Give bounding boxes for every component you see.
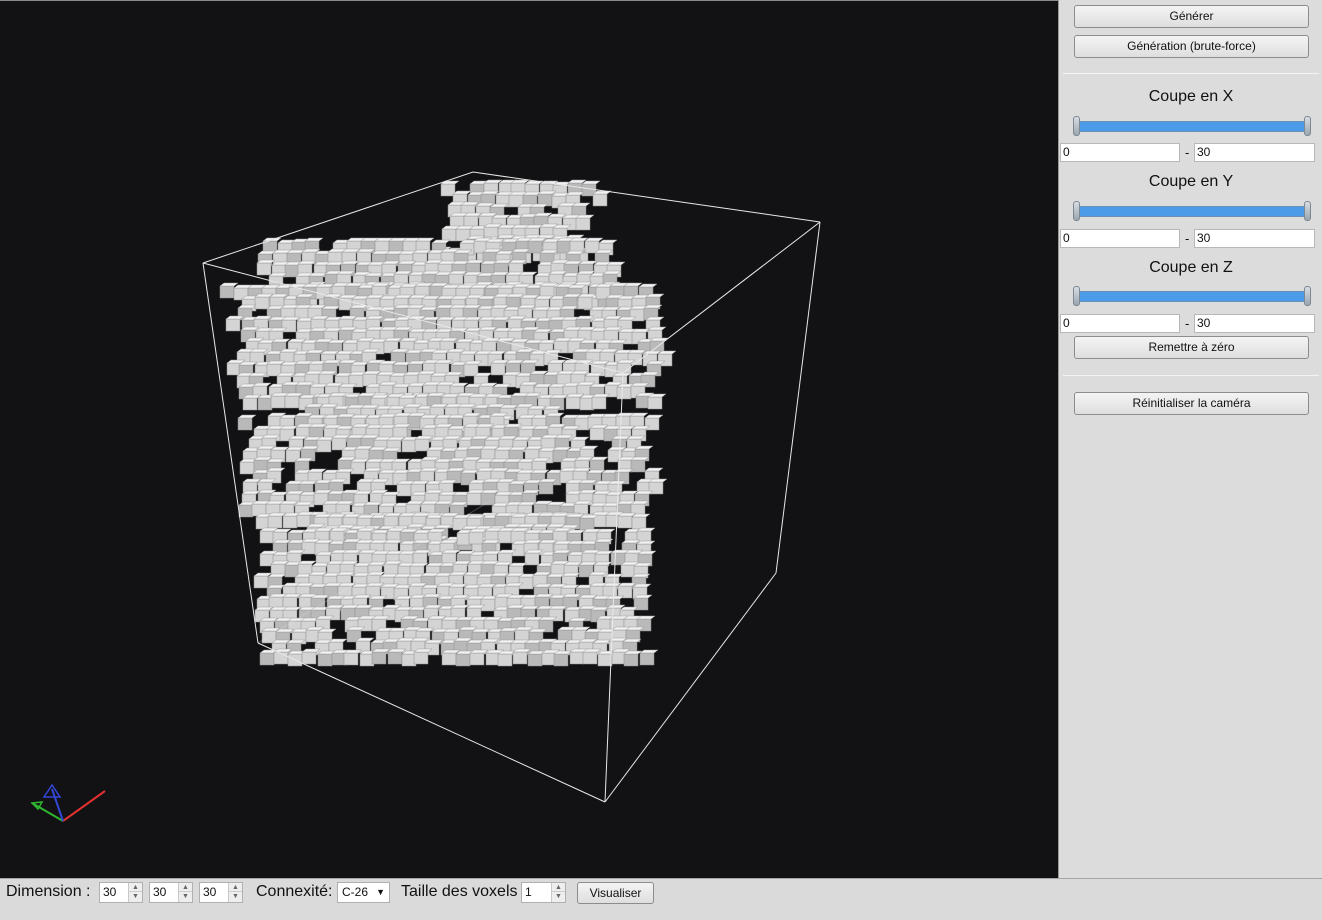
voxel-cube — [639, 649, 659, 666]
axes-gizmo-icon — [30, 783, 106, 822]
spin-down-icon[interactable]: ▼ — [129, 892, 142, 901]
cut-x-title: Coupe en X — [1148, 88, 1234, 105]
spin-down-icon[interactable]: ▼ — [179, 892, 192, 901]
cut-x-range-slider[interactable] — [1073, 116, 1311, 136]
spin-up-icon[interactable]: ▲ — [129, 883, 142, 892]
chevron-down-icon: ▼ — [376, 887, 385, 897]
dimension-y-value: 30 — [153, 885, 167, 899]
dimension-y-spinbox[interactable]: 30 ▲ ▼ — [149, 882, 193, 903]
spin-up-icon[interactable]: ▲ — [229, 883, 242, 892]
voxel-scene — [30, 171, 821, 822]
3d-viewport[interactable] — [0, 0, 1058, 878]
cut-y-max-field[interactable]: 30 — [1194, 229, 1315, 248]
cut-z-range-slider[interactable] — [1073, 286, 1311, 306]
cut-z-max-handle[interactable] — [1304, 286, 1311, 306]
connectivity-value: C-26 — [342, 885, 369, 899]
cut-y-range-dash: - — [1185, 231, 1190, 246]
voxel-cube — [591, 393, 611, 410]
bbox-front-bottom-left — [257, 642, 606, 803]
cut-x-range-track — [1077, 121, 1307, 132]
cut-z-max-field[interactable]: 30 — [1194, 314, 1315, 333]
cut-z-range-dash: - — [1185, 316, 1190, 331]
voxel-cluster — [219, 179, 677, 667]
voxel-cube — [237, 414, 257, 431]
brute-force-generate-button[interactable]: Génération (brute-force) — [1074, 35, 1309, 58]
spin-down-icon[interactable]: ▼ — [229, 892, 242, 901]
dimension-x-value: 30 — [103, 885, 117, 899]
cut-z-title: Coupe en Z — [1149, 259, 1233, 276]
voxel-cube — [575, 214, 595, 231]
cut-x-min-handle[interactable] — [1073, 116, 1080, 136]
cut-y-range-track — [1077, 206, 1307, 217]
cut-y-range-slider[interactable] — [1073, 201, 1311, 221]
spin-up-icon[interactable]: ▲ — [179, 883, 192, 892]
voxel-cube — [647, 393, 667, 410]
voxel-cube — [301, 648, 321, 665]
cut-x-min-field[interactable]: 0 — [1060, 143, 1180, 162]
dimension-z-value: 30 — [203, 885, 217, 899]
voxel-cube — [371, 648, 391, 665]
separator — [1063, 73, 1319, 74]
dimension-x-spinbox[interactable]: 30 ▲ ▼ — [99, 882, 143, 903]
voxel-size-label: Taille des voxels — [401, 883, 518, 900]
voxel-cube — [413, 648, 433, 665]
spin-up-icon[interactable]: ▲ — [552, 883, 565, 892]
visualize-button[interactable]: Visualiser — [577, 882, 654, 904]
voxel-cube — [225, 315, 245, 332]
voxel-cube — [343, 649, 363, 666]
reset-cuts-button[interactable]: Remettre à zéro — [1074, 336, 1309, 359]
cut-z-min-field[interactable]: 0 — [1060, 314, 1180, 333]
cut-x-max-field[interactable]: 30 — [1194, 143, 1315, 162]
cut-y-min-field[interactable]: 0 — [1060, 229, 1180, 248]
connectivity-label: Connexité: — [256, 883, 333, 900]
bottom-toolbar: Dimension : 30 ▲ ▼ 30 ▲ ▼ 30 ▲ ▼ Connexité:… — [0, 878, 1322, 920]
cut-y-title: Coupe en Y — [1148, 173, 1234, 190]
voxel-cube — [631, 513, 651, 530]
separator — [1063, 375, 1319, 376]
voxel-cube — [592, 190, 612, 207]
control-panel: Générer Génération (brute-force) Coupe e… — [1058, 0, 1322, 878]
cut-z-min-handle[interactable] — [1073, 286, 1080, 306]
generate-button[interactable]: Générer — [1074, 5, 1309, 28]
cut-x-max-handle[interactable] — [1304, 116, 1311, 136]
cut-z-range-track — [1077, 291, 1307, 302]
cut-x-range-dash: - — [1185, 145, 1190, 160]
connectivity-select[interactable]: C-26 ▼ — [337, 882, 390, 903]
spin-down-icon[interactable]: ▼ — [552, 892, 565, 901]
cut-y-min-handle[interactable] — [1073, 201, 1080, 221]
bbox-right-edge — [775, 221, 821, 574]
voxel-cube — [553, 650, 573, 667]
dimension-label: Dimension : — [6, 883, 91, 900]
axis-x — [62, 790, 106, 822]
voxel-size-value: 1 — [525, 885, 532, 899]
cut-y-max-handle[interactable] — [1304, 201, 1311, 221]
reset-camera-button[interactable]: Réinitialiser la caméra — [1074, 392, 1309, 415]
voxel-cube — [538, 478, 558, 495]
voxel-size-spinbox[interactable]: 1 ▲ ▼ — [521, 882, 566, 903]
voxel-cube — [469, 649, 489, 666]
dimension-z-spinbox[interactable]: 30 ▲ ▼ — [199, 882, 243, 903]
